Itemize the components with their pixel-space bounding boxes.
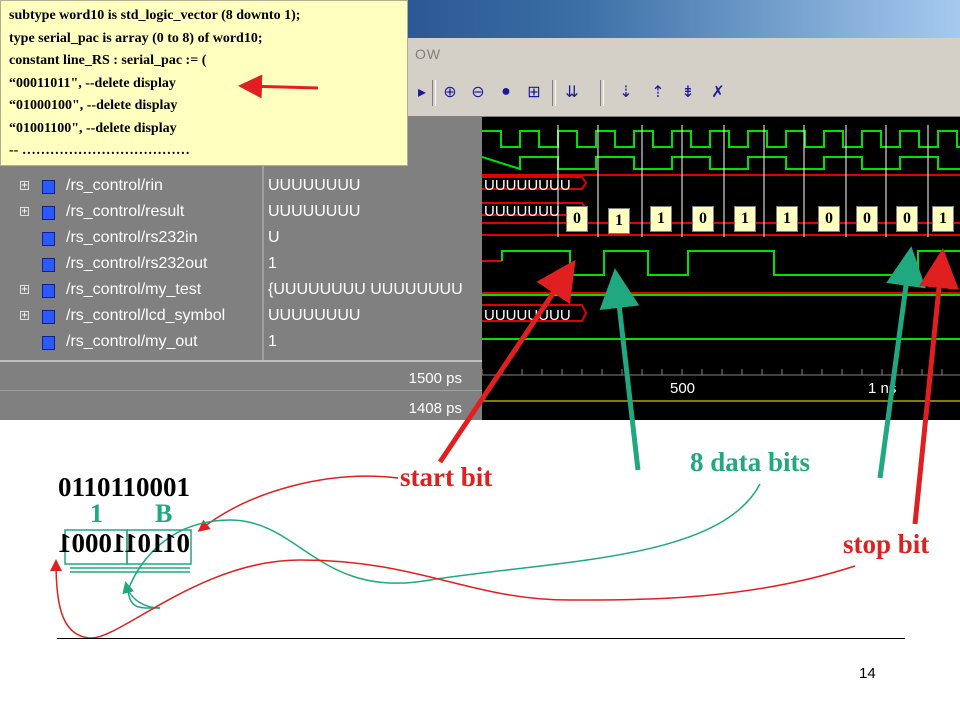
start-bit-curve — [197, 475, 399, 532]
stop-bit-arrow — [912, 248, 959, 525]
data-bits-arrow-right — [877, 246, 926, 479]
data-bits-curve — [127, 483, 761, 609]
data-bits-label: 8 data bits — [690, 447, 811, 477]
start-bit-arrow — [437, 259, 576, 464]
page-number: 14 — [859, 665, 876, 682]
annotation-arrows — [50, 74, 959, 639]
stop-bit-label: stop bit — [843, 529, 930, 559]
data-bits-curve-head — [122, 581, 161, 609]
note-pointer-arrow — [238, 74, 319, 99]
start-bit-label: start bit — [400, 462, 493, 492]
data-bits-arrow-left — [599, 268, 641, 471]
footer-rule — [57, 638, 905, 639]
hex-digit-low: B — [155, 499, 173, 528]
mirrored-bit-string: 0110110001 — [58, 528, 191, 558]
hex-digit-high: 1 — [90, 499, 103, 528]
